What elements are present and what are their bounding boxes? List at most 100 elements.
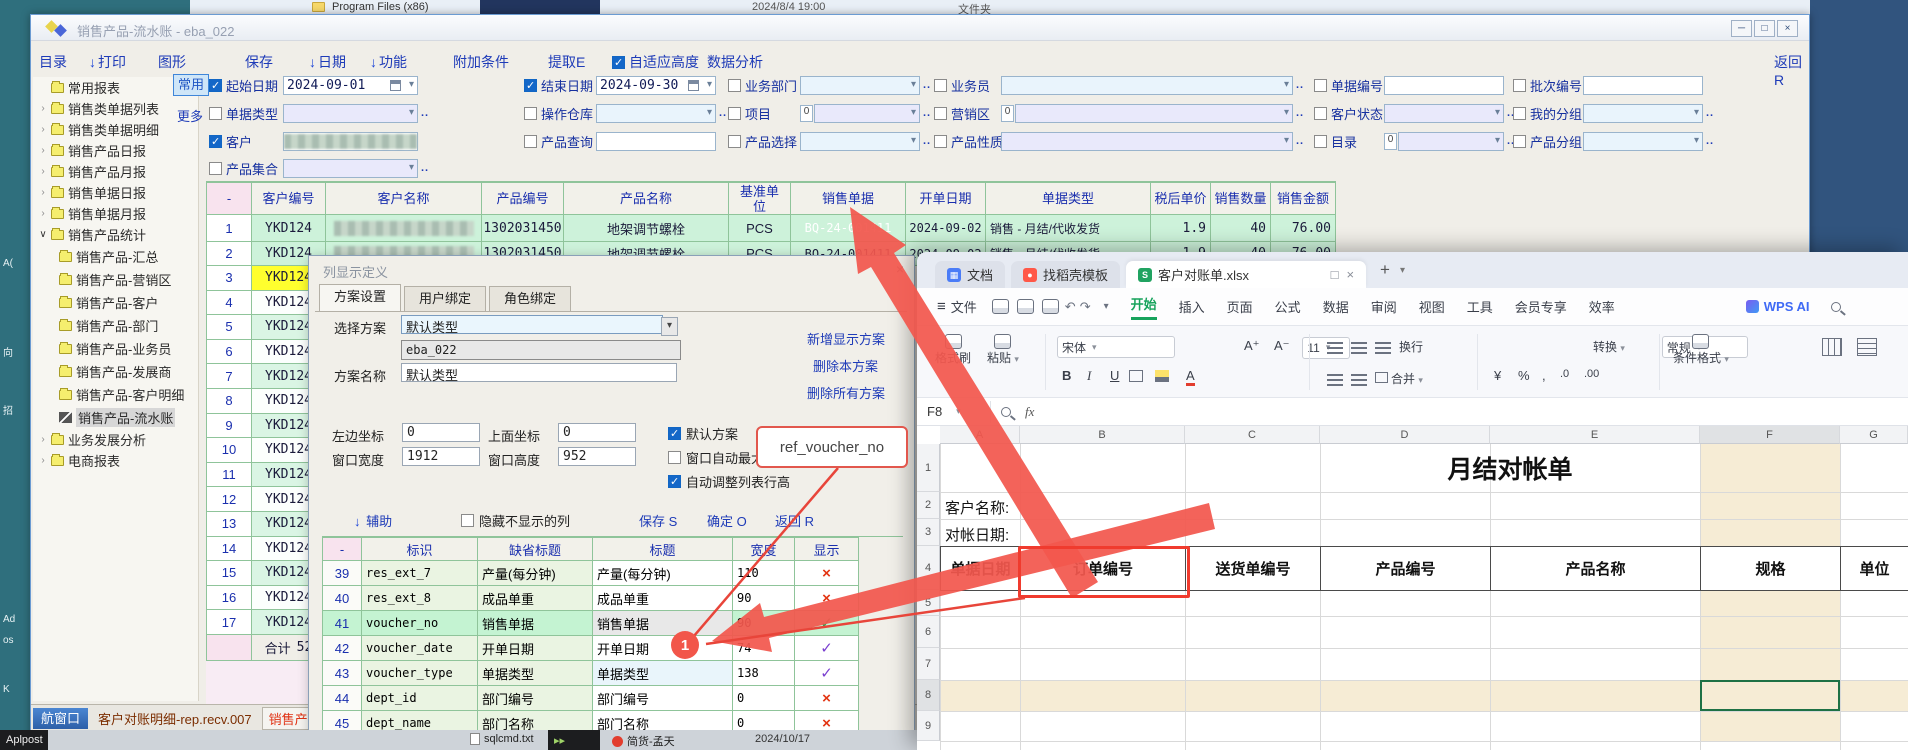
select[interactable]: [1001, 132, 1293, 151]
browse-button[interactable]: ..: [1706, 107, 1714, 119]
back-button[interactable]: 返回 R: [775, 511, 814, 530]
checkbox[interactable]: [1513, 107, 1526, 120]
conditional-format-button[interactable]: 条件格式 ▾: [1673, 334, 1729, 366]
quick-filter-button[interactable]: 常用: [173, 74, 209, 96]
assist-button[interactable]: ↓ 辅助: [354, 511, 392, 530]
grid-header[interactable]: -: [206, 182, 252, 215]
menu-efficiency[interactable]: 效率: [1589, 297, 1615, 316]
row-header[interactable]: 7: [917, 648, 940, 680]
tree-item[interactable]: 销售产品-客户: [33, 291, 198, 314]
column-header[interactable]: B: [1020, 426, 1185, 444]
comma-icon[interactable]: ,: [1542, 368, 1546, 383]
sheet-header-cell[interactable]: 规格: [1700, 546, 1841, 591]
more-filters-button[interactable]: 更多: [177, 106, 203, 125]
nav-window-tab[interactable]: 航窗口: [33, 708, 88, 729]
tree-item[interactable]: 销售产品-业务员: [33, 337, 198, 360]
font-grow-icon[interactable]: A⁺: [1244, 338, 1260, 354]
column-row[interactable]: 40res_ext_8成品单重成品单重90×: [322, 586, 903, 611]
tree-item[interactable]: ›业务发展分析: [33, 429, 198, 450]
voucher-no-selected-cell[interactable]: BQ-24-001411: [791, 215, 906, 242]
grid-header[interactable]: 客户编号: [252, 182, 326, 215]
expander-icon[interactable]: ›: [37, 455, 49, 466]
browse-button[interactable]: ..: [1296, 135, 1304, 147]
toolbar-conditions[interactable]: 附加条件: [453, 52, 509, 72]
browse-button[interactable]: ..: [719, 107, 727, 119]
report-tab[interactable]: 客户对账明细-rep.recv.007: [98, 709, 252, 728]
new-tab-button[interactable]: +: [1380, 260, 1390, 280]
grid-header[interactable]: 开单日期: [906, 182, 986, 215]
tree-item[interactable]: 销售产品-发展商: [33, 360, 198, 383]
checkbox[interactable]: [209, 79, 222, 92]
tree-item[interactable]: 销售产品-部门: [33, 314, 198, 337]
checkbox[interactable]: [668, 427, 681, 440]
column-header[interactable]: A: [940, 426, 1020, 444]
tree-item[interactable]: ›销售单据日报: [33, 182, 198, 203]
select[interactable]: [1398, 132, 1504, 151]
menu-insert[interactable]: 插入: [1179, 297, 1205, 316]
checkbox[interactable]: [934, 79, 947, 92]
menu-tools[interactable]: 工具: [1467, 297, 1493, 316]
checkbox[interactable]: [668, 451, 681, 464]
tree-item[interactable]: ›销售类单据列表: [33, 98, 198, 119]
column-header-selected[interactable]: F: [1700, 426, 1840, 444]
sheet-header-cell[interactable]: 产品编号: [1320, 546, 1491, 591]
toolbar-autofit[interactable]: 自适应高度: [612, 52, 699, 72]
checkbox[interactable]: [728, 107, 741, 120]
checkbox[interactable]: [1314, 135, 1327, 148]
expander-icon[interactable]: ›: [37, 208, 49, 219]
visibility-mark[interactable]: ✓: [795, 636, 859, 661]
font-color-icon[interactable]: A: [1186, 368, 1195, 386]
select[interactable]: [283, 104, 418, 123]
checkbox[interactable]: [209, 162, 222, 175]
fx-icon[interactable]: fx: [1025, 404, 1034, 420]
column-row[interactable]: 39res_ext_7产量(每分钟)产量(每分钟)110×: [322, 561, 903, 586]
scheme-name-input[interactable]: 默认类型: [401, 363, 677, 382]
ok-button[interactable]: 确定 O: [707, 511, 747, 530]
zoom-icon[interactable]: [1001, 407, 1011, 417]
row-header[interactable]: 6: [917, 616, 940, 648]
toolbar-extract[interactable]: 提取E: [548, 52, 585, 72]
column-row[interactable]: 42voucher_date开单日期开单日期74✓: [322, 636, 903, 661]
toolbar-print[interactable]: ↓打印: [89, 52, 126, 72]
underline-icon[interactable]: U: [1110, 368, 1119, 383]
browse-button[interactable]: ..: [923, 107, 931, 119]
expander-icon[interactable]: ›: [37, 145, 49, 156]
taskbar-app[interactable]: ▸▸: [548, 730, 600, 750]
taskbar-chat[interactable]: 简货-孟天: [612, 733, 675, 749]
column-header[interactable]: E: [1490, 426, 1700, 444]
explorer-folder-name[interactable]: Program Files (x86): [332, 1, 429, 13]
tab-docs[interactable]: ▦文档: [935, 261, 1005, 288]
select[interactable]: [283, 159, 418, 178]
select[interactable]: [1583, 132, 1703, 151]
tab-user-binding[interactable]: 用户绑定: [404, 286, 486, 311]
text-input[interactable]: [596, 132, 716, 151]
tab-scheme-settings[interactable]: 方案设置: [319, 284, 401, 311]
toolbar-date[interactable]: ↓日期: [309, 52, 346, 72]
save-icon[interactable]: [992, 299, 1009, 314]
tree-item[interactable]: ›销售类单据明细: [33, 119, 198, 140]
checkbox[interactable]: [1513, 135, 1526, 148]
close-button[interactable]: ×: [1777, 20, 1798, 37]
checkbox[interactable]: [934, 135, 947, 148]
menu-formula[interactable]: 公式: [1275, 297, 1301, 316]
tab-close-icon[interactable]: ×: [1346, 267, 1354, 282]
toolbar-data-analysis[interactable]: 数据分析: [707, 52, 763, 72]
wrap-text-button[interactable]: 换行: [1399, 338, 1423, 355]
select[interactable]: [596, 104, 716, 123]
format-painter-button[interactable]: 格式刷: [935, 334, 971, 366]
menu-page[interactable]: 页面: [1227, 297, 1253, 316]
window-width-input[interactable]: 1912: [402, 447, 480, 466]
file-menu[interactable]: 文件: [951, 297, 977, 316]
menu-data[interactable]: 数据: [1323, 297, 1349, 316]
checkbox[interactable]: [1314, 79, 1327, 92]
taskbar-app[interactable]: Aplpost: [0, 730, 48, 750]
column-header[interactable]: C: [1185, 426, 1320, 444]
bold-icon[interactable]: B: [1062, 368, 1071, 383]
font-shrink-icon[interactable]: A⁻: [1274, 338, 1290, 354]
font-family-select[interactable]: 宋体: [1057, 336, 1175, 358]
toolbar-functions[interactable]: ↓功能: [370, 52, 407, 72]
grid-row[interactable]: 1 YKD124 1302031450 地架调节螺栓 PCS BQ-24-001…: [206, 215, 1336, 242]
tree-item[interactable]: 销售产品-汇总: [33, 245, 198, 268]
undo-icon[interactable]: ↶: [1065, 299, 1076, 315]
sheet-header-cell[interactable]: 单位: [1840, 546, 1908, 591]
